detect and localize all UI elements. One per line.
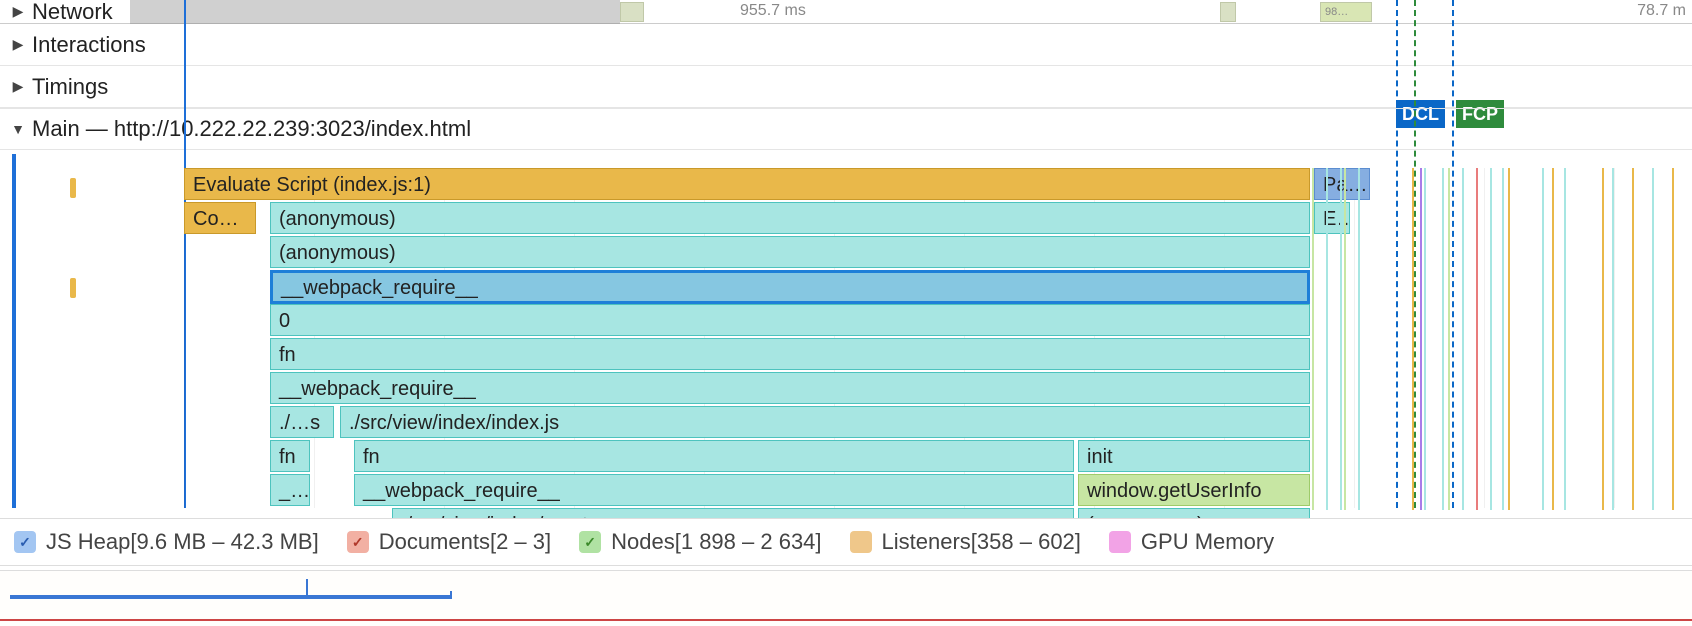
flame-row: (anonymous) (184, 236, 1692, 270)
memory-overview[interactable] (0, 570, 1692, 626)
flame-entry[interactable]: _… (270, 474, 310, 506)
network-selection-overlay (130, 0, 620, 24)
checkbox-icon[interactable]: ✓ (347, 531, 369, 553)
overview-heap-line (10, 595, 450, 599)
flame-row: Evaluate Script (index.js:1)Pa…]) (184, 168, 1692, 202)
chevron-right-icon: ▶ (10, 37, 26, 53)
flame-entry[interactable]: Co…1) (184, 202, 256, 234)
flame-entry[interactable]: fn (270, 338, 1310, 370)
track-main[interactable]: ▼ Main — http://10.222.22.239:3023/index… (0, 108, 1692, 150)
performance-panel: ▶ Network 98… 955.7 ms 78.7 m ▶ Interact… (0, 0, 1692, 626)
flame-entry[interactable]: (anonymous) (270, 202, 1310, 234)
overview-step (306, 579, 308, 599)
flame-entry[interactable]: (anonymous) (270, 236, 1310, 268)
flame-entry[interactable]: window.getUserInfo (1078, 474, 1310, 506)
legend-label-listeners: Listeners[358 – 602] (882, 529, 1081, 555)
flame-entry[interactable]: init (1078, 440, 1310, 472)
ruler-marker (1220, 2, 1236, 22)
legend-label-heap: JS Heap[9.6 MB – 42.3 MB] (46, 529, 319, 555)
track-label-main-prefix: Main — (32, 116, 114, 141)
flame-chart[interactable]: Evaluate Script (index.js:1)Pa…])Co…1)(a… (184, 168, 1692, 510)
overview-step (450, 591, 452, 599)
flame-row: _… __webpack_require__window.getUserInfo (184, 474, 1692, 508)
flame-row: 0 (184, 304, 1692, 338)
track-label-main: Main — http://10.222.22.239:3023/index.h… (32, 116, 471, 142)
flame-entry[interactable]: ./…s (270, 406, 334, 438)
checkbox-icon[interactable]: ✓ (14, 531, 36, 553)
track-label-timings: Timings (32, 74, 108, 100)
legend-label-documents: Documents[2 – 3] (379, 529, 551, 555)
flame-entry[interactable]: __webpack_require__ (270, 372, 1310, 404)
legend-item-listeners[interactable]: Listeners[358 – 602] (850, 529, 1081, 555)
flame-entry[interactable]: Pa…]) (1314, 168, 1370, 200)
ruler-marker (620, 2, 644, 22)
gutter-ticks (70, 168, 78, 510)
memory-legend: ✓ JS Heap[9.6 MB – 42.3 MB] ✓ Documents[… (0, 518, 1692, 566)
flame-entry[interactable]: __webpack_require__ (270, 270, 1310, 304)
flame-row: ./…s./src/view/index/index.js (184, 406, 1692, 440)
chevron-right-icon: ▶ (10, 79, 26, 95)
swatch-icon[interactable] (1109, 531, 1131, 553)
flame-entry[interactable]: E… (1314, 202, 1350, 234)
flame-entry[interactable]: Evaluate Script (index.js:1) (184, 168, 1310, 200)
flame-entry[interactable]: ./src/view/index/index.js (340, 406, 1310, 438)
flame-row: __webpack_require__ (184, 372, 1692, 406)
range-start-line[interactable] (12, 154, 16, 508)
flame-row: fnfninit (184, 440, 1692, 474)
chevron-down-icon: ▼ (10, 121, 26, 137)
legend-item-nodes[interactable]: ✓ Nodes[1 898 – 2 634] (579, 529, 821, 555)
flame-entry[interactable]: __webpack_require__ (354, 474, 1074, 506)
ruler-tick-label: 955.7 ms (740, 2, 806, 20)
flame-row: fn (184, 338, 1692, 372)
swatch-icon[interactable] (850, 531, 872, 553)
track-interactions[interactable]: ▶ Interactions (0, 24, 1692, 66)
legend-label-nodes: Nodes[1 898 – 2 634] (611, 529, 821, 555)
legend-item-gpu[interactable]: GPU Memory (1109, 529, 1274, 555)
ruler-tick-label-right: 78.7 m (1637, 2, 1686, 20)
track-label-interactions: Interactions (32, 32, 146, 58)
track-label-network: Network (32, 0, 113, 25)
checkbox-icon[interactable]: ✓ (579, 531, 601, 553)
chevron-right-icon: ▶ (10, 4, 26, 20)
legend-item-documents[interactable]: ✓ Documents[2 – 3] (347, 529, 551, 555)
flame-entry[interactable]: 0 (270, 304, 1310, 336)
flame-entry[interactable]: fn (354, 440, 1074, 472)
legend-item-heap[interactable]: ✓ JS Heap[9.6 MB – 42.3 MB] (14, 529, 319, 555)
flame-row: __webpack_require__ (184, 270, 1692, 304)
legend-label-gpu: GPU Memory (1141, 529, 1274, 555)
ruler-selection-text: 98… (1325, 6, 1348, 18)
track-label-main-url: http://10.222.22.239:3023/index.html (114, 116, 471, 141)
time-ruler[interactable]: 98… 955.7 ms 78.7 m (620, 0, 1692, 24)
overview-documents-line (0, 619, 1692, 621)
flame-entry[interactable]: fn (270, 440, 310, 472)
flame-row: Co…1) (anonymous)E… (184, 202, 1692, 236)
ruler-selection-label: 98… (1320, 2, 1372, 22)
